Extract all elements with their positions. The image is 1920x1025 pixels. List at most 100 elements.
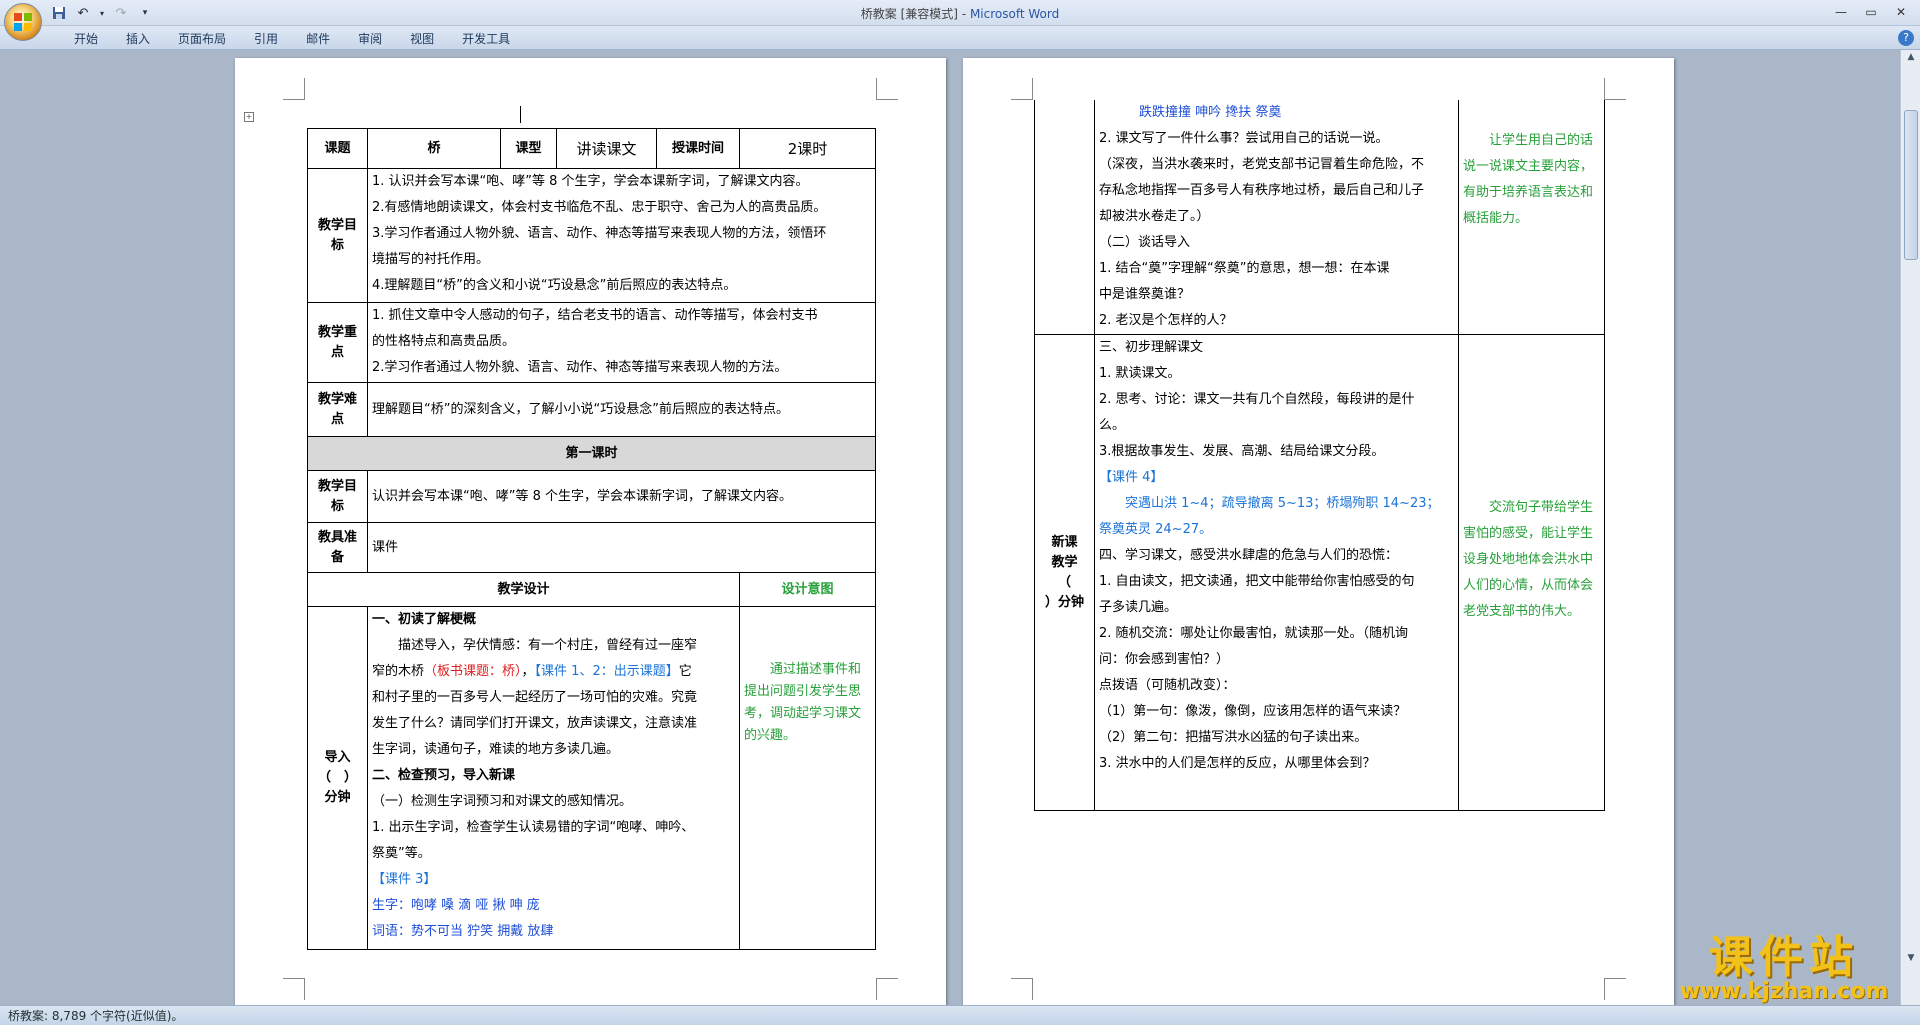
design-line: 中是谁祭奠谁？ — [1099, 287, 1191, 302]
label-teaching-design: 教学设计 — [306, 572, 741, 607]
scroll-down-icon[interactable]: ▼ — [1905, 953, 1917, 965]
design-line: 窄的木桥（板书课题：桥），【课件 1、2：出示课题】它 — [372, 664, 692, 679]
focus-line: 的性格特点和高贵品质。 — [372, 334, 516, 349]
focus-line: 2.学习作者通过人物外貌、语言、动作、神态等描写来表现人物的方法。 — [372, 360, 788, 375]
design-intent-3: 交流句子带给学生害怕的感受，能让学生设身处地地体会洪水中人们的心情，从而体会老党… — [1458, 334, 1605, 811]
goal-line: 4.理解题目“桥”的含义和小说“巧设悬念”前后照应的表达特点。 — [372, 278, 737, 293]
lesson-type-value: 讲读课文 — [556, 128, 657, 169]
new-lesson-duration-cell: 新课 教学 （ ）分钟 — [1034, 334, 1095, 811]
crop-mark — [1011, 78, 1033, 100]
lesson-plan-table-continued: 跌跌撞撞 呻吟 搀扶 祭奠 2. 课文写了一件什么事？尝试用自己的话说一说。 （… — [1034, 100, 1605, 811]
design-line: （一）检测生字词预习和对课文的感知情况。 — [372, 794, 633, 809]
title-bar: ↶ ▾ ↷ ▾ 桥教案 [兼容模式] - Microsoft Word — ▭ … — [0, 0, 1920, 41]
label-teaching-difficulty: 教学难点 — [307, 382, 368, 437]
design-line: 祭奠”等。 — [372, 846, 431, 861]
design-heading-4: 四、学习课文，感受洪水肆虐的危急与人们的恐慌： — [1099, 548, 1399, 563]
close-icon[interactable]: ✕ — [1888, 2, 1914, 22]
paragraph-division: 突遇山洪 1~4；疏导撤离 5~13；桥塌殉职 14~23； — [1125, 496, 1440, 511]
minimize-icon[interactable]: — — [1828, 2, 1854, 22]
design-line: 1. 结合“奠”字理解“祭奠”的意思，想一想：在本课 — [1099, 261, 1390, 276]
design-line: 描述导入，孕伏情感：有一个村庄，曾经有过一座窄 — [398, 638, 698, 653]
watermark-logo: 课件站 www.kjzhan.com — [1679, 932, 1889, 1004]
lesson1-goal-text: 认识并会写本课“咆、哮”等 8 个生字，学会本课新字词，了解课文内容。 — [372, 488, 793, 504]
crop-mark — [876, 78, 898, 100]
scroll-up-icon[interactable]: ▲ — [1905, 52, 1917, 64]
tab-home[interactable]: 开始 — [60, 30, 112, 48]
label-lesson1-goal: 教学目标 — [307, 470, 368, 523]
design-line: 3.根据故事发生、发展、高潮、结局给课文分段。 — [1099, 444, 1385, 459]
design-line: 却被洪水卷走了。） — [1099, 209, 1210, 224]
design-line: 和村子里的一百多号人一起经历了一场可怕的灾难。究竟 — [372, 690, 698, 705]
crop-mark — [1604, 78, 1626, 100]
tab-page-layout[interactable]: 页面布局 — [164, 30, 240, 48]
tab-mailings[interactable]: 邮件 — [292, 30, 344, 48]
goal-line: 1. 认识并会写本课“咆、哮”等 8 个生字，学会本课新字词，了解课文内容。 — [372, 174, 809, 189]
design-line: 问：你会感到害怕？） — [1099, 652, 1230, 667]
text-cursor — [520, 106, 521, 123]
document-area[interactable]: + 课题 桥 课型 讲读课文 授课时间 2课时 教学目标 1. 认识并会写本课“… — [0, 50, 1900, 1005]
new-words: 词语：势不可当 狞笑 拥戴 放肆 — [372, 924, 554, 939]
table-move-handle-icon[interactable]: + — [244, 112, 254, 122]
teaching-time-value: 2课时 — [739, 128, 877, 169]
design-line: （深夜，当洪水袭来时，老党支部书记冒着生命危险，不 — [1099, 157, 1425, 172]
label-design-intent: 设计意图 — [739, 572, 877, 607]
design-line: （2）第二句：把描写洪水凶猛的句子读出来。 — [1099, 730, 1368, 745]
design-heading-3: 三、初步理解课文 — [1099, 340, 1204, 355]
design-line: 2. 随机交流：哪处让你最害怕，就读那一处。（随机询 — [1099, 626, 1409, 641]
design-line: （二）谈话导入 — [1099, 235, 1191, 250]
tab-references[interactable]: 引用 — [240, 30, 292, 48]
scrollbar-thumb[interactable] — [1904, 110, 1918, 260]
ribbon-tabs: 开始 插入 页面布局 引用 邮件 审阅 视图 开发工具 ? — [0, 26, 1920, 50]
help-icon[interactable]: ? — [1898, 30, 1914, 46]
topic-value: 桥 — [367, 128, 501, 169]
status-bar: 桥教案: 8,789 个字符(近似值)。 — [0, 1005, 1920, 1025]
crop-mark — [1604, 978, 1626, 1000]
tools-text: 课件 — [372, 539, 399, 555]
design-line: 生字词，读通句子，难读的地方多读几遍。 — [372, 742, 620, 757]
tab-review[interactable]: 审阅 — [344, 30, 396, 48]
paragraph-division: 祭奠英灵 24~27。 — [1099, 522, 1213, 537]
label-lesson-type: 课型 — [500, 128, 557, 169]
label-teaching-tools: 教具准备 — [307, 522, 368, 573]
document-name: 桥教案 [兼容模式] — [860, 7, 958, 21]
intro-duration-cell: 导入 （ ） 分钟 — [307, 606, 368, 950]
design-heading-2: 二、检查预习，导入新课 — [372, 768, 516, 783]
courseware-3: 【课件 3】 — [372, 872, 437, 887]
design-heading-1: 一、初读了解梗概 — [372, 612, 477, 627]
empty-label-cell — [1034, 100, 1095, 335]
design-line: 3. 洪水中的人们是怎样的反应，从哪里体会到？ — [1099, 756, 1376, 771]
page-1: + 课题 桥 课型 讲读课文 授课时间 2课时 教学目标 1. 认识并会写本课“… — [235, 58, 946, 1005]
crop-mark — [1011, 978, 1033, 1000]
crop-mark — [283, 978, 305, 1000]
design-line: 2. 思考、讨论：课文一共有几个自然段，每段讲的是什 — [1099, 392, 1415, 407]
goal-line: 境描写的衬托作用。 — [372, 252, 490, 267]
app-name: Microsoft Word — [969, 7, 1060, 21]
window-title: 桥教案 [兼容模式] - Microsoft Word — [860, 7, 1060, 21]
design-line: 1. 默读课文。 — [1099, 366, 1181, 381]
word-count-status[interactable]: 桥教案: 8,789 个字符(近似值)。 — [8, 1009, 183, 1023]
office-button[interactable] — [4, 3, 42, 41]
focus-line: 1. 抓住文章中令人感动的句子，结合老支书的语言、动作等描写，体会村支书 — [372, 308, 818, 323]
label-topic: 课题 — [307, 128, 368, 169]
crop-mark — [876, 978, 898, 1000]
courseware-4: 【课件 4】 — [1099, 470, 1164, 485]
label-teaching-focus: 教学重点 — [307, 302, 368, 383]
board-note: （板书课题：桥） — [424, 664, 522, 679]
design-line: 点拨语（可随机改变）： — [1099, 678, 1236, 693]
difficulty-text: 理解题目“桥”的深刻含义，了解小小说“巧设悬念”前后照应的表达特点。 — [372, 401, 789, 417]
design-intent-1: 通过描述事件和提出问题引发学生思考，调动起学习课文的兴趣。 — [739, 606, 877, 950]
maximize-icon[interactable]: ▭ — [1858, 2, 1884, 22]
label-teaching-time: 授课时间 — [655, 128, 741, 169]
word-list: 跌跌撞撞 呻吟 搀扶 祭奠 — [1139, 105, 1282, 120]
goal-line: 3.学习作者通过人物外貌、语言、动作、神态等描写来表现人物的方法，领悟环 — [372, 226, 827, 241]
lesson-plan-table: 课题 桥 课型 讲读课文 授课时间 2课时 教学目标 1. 认识并会写本课“咆、… — [306, 128, 877, 950]
design-intent-2: 让学生用自己的话说一说课文主要内容，有助于培养语言表达和概括能力。 — [1458, 100, 1605, 335]
tab-insert[interactable]: 插入 — [112, 30, 164, 48]
design-line: 1. 自由读文，把文读通，把文中能带给你害怕感受的句 — [1099, 574, 1415, 589]
crop-mark — [283, 78, 305, 100]
tab-view[interactable]: 视图 — [396, 30, 448, 48]
tab-developer[interactable]: 开发工具 — [448, 30, 524, 48]
label-teaching-goals: 教学目标 — [307, 168, 368, 303]
vertical-scrollbar[interactable]: ▲ ▼ — [1900, 50, 1920, 1005]
design-line: 存私念地指挥一百多号人有秩序地过桥，最后自己和儿子 — [1099, 183, 1425, 198]
